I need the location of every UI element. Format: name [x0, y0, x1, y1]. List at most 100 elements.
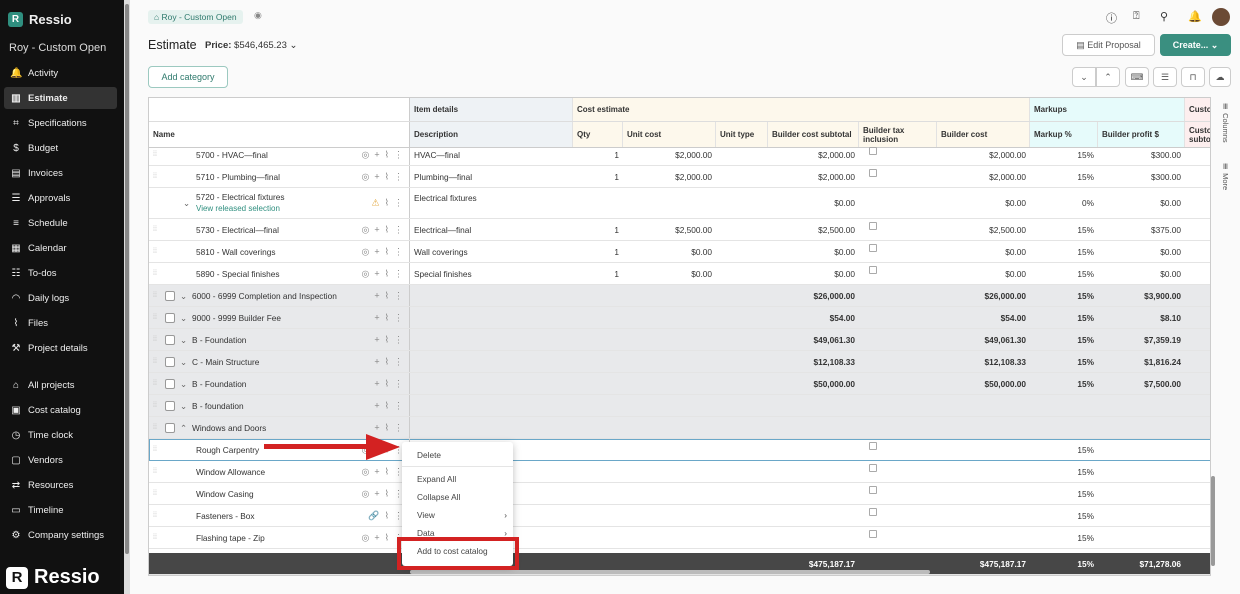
plus-icon[interactable]: +	[374, 171, 379, 182]
cell-unit-cost[interactable]: $0.00	[623, 263, 716, 284]
check-circle-icon[interactable]: ◎	[361, 268, 369, 279]
cell-qty[interactable]	[573, 351, 623, 372]
plus-icon[interactable]: +	[374, 532, 379, 543]
more-vertical-icon[interactable]: ⋮	[394, 246, 403, 257]
cell-markup[interactable]: 15%	[1030, 351, 1098, 372]
attachment-icon[interactable]: ⌇	[385, 171, 389, 182]
cell-markup[interactable]: 15%	[1030, 241, 1098, 262]
table-row[interactable]: ⁞⁞ ⌃ Windows and Doors + ⌇ ⋮	[149, 417, 1210, 439]
tax-checkbox[interactable]	[869, 147, 877, 155]
cell-description[interactable]: Special finishes	[410, 263, 573, 284]
drag-handle-icon[interactable]: ⁞⁞	[153, 151, 157, 158]
cell-markup[interactable]: 15%	[1030, 263, 1098, 284]
cell-markup[interactable]: 15%	[1030, 461, 1098, 482]
check-circle-icon[interactable]: ◎	[361, 532, 369, 543]
sidebar-item-project-details[interactable]: ⚒ Project details	[4, 337, 117, 359]
chevron-up-icon[interactable]: ⌃	[180, 423, 187, 433]
sidebar-item-company-settings[interactable]: ⚙ Company settings	[4, 524, 117, 546]
more-vertical-icon[interactable]: ⋮	[394, 171, 403, 182]
attachment-icon[interactable]: ⌇	[385, 268, 389, 279]
sidebar-item-estimate[interactable]: ▥ Estimate	[4, 87, 117, 109]
table-row[interactable]: ⌄ 5720 - Electrical fixtures View released…	[149, 188, 1210, 219]
help-chat-icon[interactable]: ⍰	[1133, 10, 1140, 23]
cell-qty[interactable]	[573, 483, 623, 504]
table-row[interactable]: ⁞⁞ ⌄ B - Foundation + ⌇ ⋮ $49,061.30 $49,061.…	[149, 329, 1210, 351]
table-row[interactable]: ⁞⁞ 5700 - HVAC—final ◎ + ⌇ ⋮ HVAC—final 1 $2,…	[149, 144, 1210, 166]
cell-qty[interactable]	[573, 417, 623, 438]
cell-unit-type[interactable]	[716, 461, 768, 482]
attachment-icon[interactable]: ⌇	[385, 149, 389, 160]
cell-markup[interactable]: 15%	[1030, 144, 1098, 165]
sidebar-item-activity[interactable]: 🔔 Activity	[4, 62, 117, 84]
table-row[interactable]: ⁞⁞ 5730 - Electrical—final ◎ + ⌇ ⋮ Electrical…	[149, 219, 1210, 241]
attachment-icon[interactable]: ⌇	[385, 290, 389, 301]
row-checkbox[interactable]	[165, 290, 175, 301]
attachment-icon[interactable]: ⌇	[385, 400, 389, 411]
grid-vertical-scrollbar[interactable]	[1211, 476, 1215, 566]
chevron-down-icon[interactable]: ⌄	[180, 335, 187, 345]
menu-collapse-all[interactable]: Collapse All	[417, 492, 460, 502]
more-vertical-icon[interactable]: ⋮	[394, 422, 403, 433]
more-vertical-icon[interactable]: ⋮	[394, 149, 403, 160]
expand-up-button[interactable]: ⌃	[1096, 67, 1120, 87]
filter-sliders-icon[interactable]: ☰	[1153, 67, 1177, 87]
cell-unit-cost[interactable]	[623, 395, 716, 416]
more-vertical-icon[interactable]: ⋮	[394, 378, 403, 389]
cell-markup[interactable]: 15%	[1030, 329, 1098, 350]
plus-icon[interactable]: +	[374, 378, 379, 389]
cell-description[interactable]: HVAC—final	[410, 144, 573, 165]
table-row[interactable]: ⁞⁞ ⌄ C - Main Structure + ⌇ ⋮ $12,108.33 $12,…	[149, 351, 1210, 373]
drag-handle-icon[interactable]: ⁞⁞	[153, 402, 157, 409]
cell-unit-type[interactable]	[716, 483, 768, 504]
cell-qty[interactable]	[573, 439, 623, 460]
check-circle-icon[interactable]: ◎	[361, 488, 369, 499]
cell-description[interactable]	[410, 417, 573, 438]
brand-logo[interactable]: R Ressio	[8, 12, 72, 27]
chevron-down-icon[interactable]: ⌄	[180, 357, 187, 367]
sidebar-item-files[interactable]: ⌇ Files	[4, 312, 117, 334]
cell-unit-type[interactable]	[716, 395, 768, 416]
cell-markup[interactable]: 0%	[1030, 188, 1098, 218]
cell-markup[interactable]: 15%	[1030, 527, 1098, 548]
drag-handle-icon[interactable]: ⁞⁞	[153, 226, 157, 233]
check-circle-icon[interactable]: ◎	[361, 224, 369, 235]
cell-markup[interactable]: 15%	[1030, 373, 1098, 394]
cell-description[interactable]: Plumbing—final	[410, 166, 573, 187]
sidebar-item-vendors[interactable]: ▢ Vendors	[4, 449, 117, 471]
table-row[interactable]: ⁞⁞ ⌄ B - foundation + ⌇ ⋮	[149, 395, 1210, 417]
tax-checkbox[interactable]	[869, 486, 877, 494]
attachment-icon[interactable]: ⌇	[385, 378, 389, 389]
chevron-down-icon[interactable]: ⌄	[183, 198, 190, 208]
row-checkbox[interactable]	[165, 356, 175, 367]
drag-handle-icon[interactable]: ⁞⁞	[153, 512, 157, 519]
cell-markup[interactable]: 15%	[1030, 285, 1098, 306]
attachment-icon[interactable]: ⌇	[385, 532, 389, 543]
cell-markup[interactable]: 15%	[1030, 307, 1098, 328]
cell-qty[interactable]	[573, 527, 623, 548]
cell-unit-cost[interactable]	[623, 373, 716, 394]
row-checkbox[interactable]	[165, 312, 175, 323]
drag-handle-icon[interactable]: ⁞⁞	[153, 248, 157, 255]
sidebar-item-calendar[interactable]: ▦ Calendar	[4, 237, 117, 259]
cell-markup[interactable]: 15%	[1030, 439, 1098, 460]
cell-unit-type[interactable]	[716, 351, 768, 372]
attachment-icon[interactable]: ⌇	[385, 312, 389, 323]
row-checkbox[interactable]	[165, 400, 175, 411]
cell-unit-type[interactable]	[716, 329, 768, 350]
cell-qty[interactable]	[573, 373, 623, 394]
plus-icon[interactable]: +	[374, 356, 379, 367]
cell-unit-type[interactable]	[716, 219, 768, 240]
cell-qty[interactable]: 1	[573, 166, 623, 187]
tax-checkbox[interactable]	[869, 266, 877, 274]
tax-checkbox[interactable]	[869, 464, 877, 472]
cell-unit-cost[interactable]	[623, 285, 716, 306]
cell-unit-cost[interactable]	[623, 351, 716, 372]
cell-unit-type[interactable]	[716, 527, 768, 548]
tax-checkbox[interactable]	[869, 530, 877, 538]
plus-icon[interactable]: +	[374, 334, 379, 345]
table-row[interactable]: ⁞⁞ Window Casing ◎ + ⌇ ⋮ 15%	[149, 483, 1210, 505]
attachment-icon[interactable]: ⌇	[385, 246, 389, 257]
chevron-down-icon[interactable]: ⌄	[180, 401, 187, 411]
attachment-icon[interactable]: ⌇	[385, 356, 389, 367]
breadcrumb[interactable]: ⌂ Roy - Custom Open	[148, 10, 243, 24]
